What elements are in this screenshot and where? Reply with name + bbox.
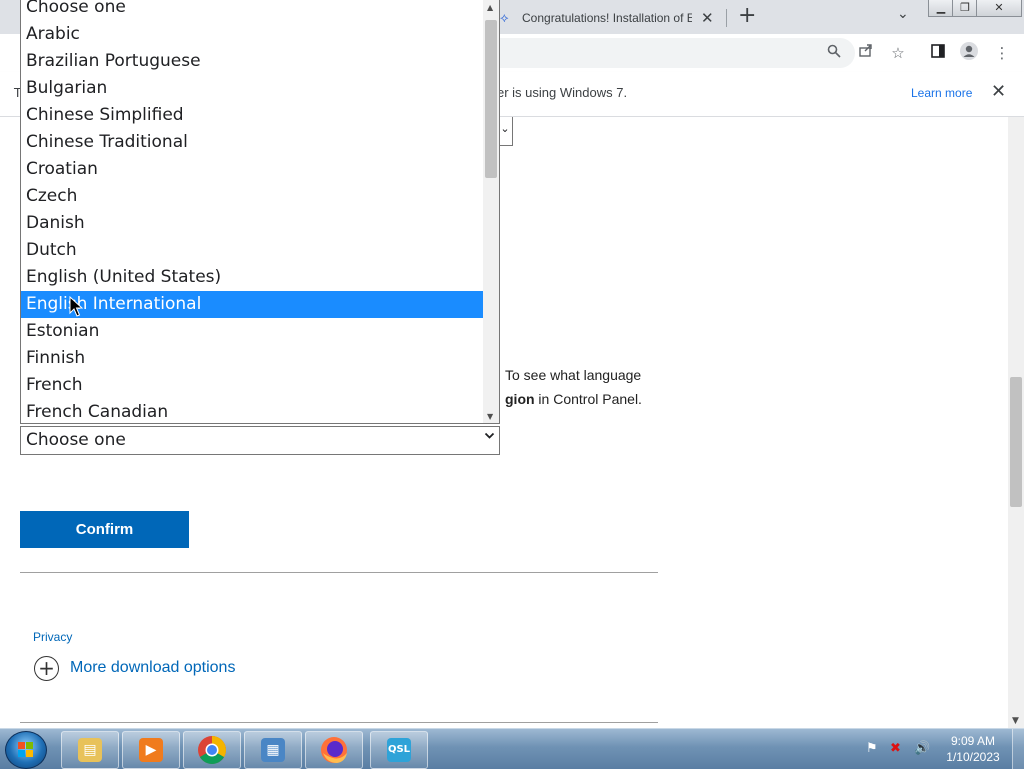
qsl-app-icon: QSL — [387, 738, 411, 762]
language-dropdown-list[interactable]: Choose one Arabic Brazilian Portuguese Bulg… — [20, 0, 500, 424]
dropdown-option[interactable]: English (United States) — [21, 264, 483, 291]
search-zoom-icon[interactable] — [822, 41, 846, 65]
language-select[interactable]: Choose one — [20, 426, 500, 455]
bookmark-star-icon[interactable]: ☆ — [886, 41, 910, 65]
language-instructions: To see what language gion in Control Pan… — [505, 363, 642, 411]
clock-time: 9:09 AM — [950, 734, 996, 748]
divider — [20, 572, 658, 573]
dropdown-option[interactable]: Danish — [21, 210, 483, 237]
dropdown-option[interactable]: English International — [21, 291, 483, 318]
new-tab-button[interactable]: + — [738, 4, 756, 28]
taskbar-control-panel[interactable]: ▦ — [244, 731, 302, 769]
site-favicon-icon: ⟡ — [500, 11, 509, 26]
dropdown-option[interactable]: Chinese Traditional — [21, 129, 483, 156]
dropdown-option[interactable]: Brazilian Portuguese — [21, 48, 483, 75]
dropdown-option[interactable]: Finnish — [21, 345, 483, 372]
volume-icon[interactable]: 🔊 — [914, 741, 930, 756]
maximize-button[interactable]: ❐ — [952, 0, 978, 17]
tab-separator — [726, 9, 727, 27]
firefox-icon — [321, 737, 347, 763]
divider — [20, 722, 658, 723]
taskbar-media-player[interactable]: ▶ — [122, 731, 180, 769]
clock-date: 1/10/2023 — [946, 750, 1000, 764]
menu-kebab-icon[interactable]: ⋮ — [990, 41, 1014, 65]
privacy-link[interactable]: Privacy — [33, 630, 72, 644]
scroll-down-arrow-icon[interactable]: ▼ — [487, 412, 493, 421]
scroll-down-arrow-icon[interactable]: ▼ — [1012, 716, 1019, 726]
address-bar[interactable] — [490, 38, 855, 68]
minimize-button[interactable]: ▁ — [928, 0, 954, 17]
tab-search-chevron-icon[interactable]: ⌄ — [897, 6, 909, 22]
language-select-value: Choose one — [26, 430, 126, 450]
windows-logo-icon — [18, 742, 34, 758]
tab-title: Congratulations! Installation of E — [522, 11, 692, 25]
network-error-icon[interactable]: ✖ — [890, 741, 901, 756]
close-window-button[interactable]: ✕ — [976, 0, 1022, 17]
dropdown-option[interactable]: Dutch — [21, 237, 483, 264]
mouse-cursor-icon — [69, 296, 83, 317]
control-panel-icon: ▦ — [261, 738, 285, 762]
share-icon[interactable] — [854, 41, 878, 65]
dropdown-option[interactable]: French — [21, 372, 483, 399]
start-button[interactable] — [5, 731, 47, 769]
dropdown-options: Choose one Arabic Brazilian Portuguese Bulg… — [21, 0, 483, 423]
page-scrollbar[interactable]: ▼ — [1008, 117, 1024, 728]
system-clock[interactable]: 9:09 AM 1/10/2023 — [940, 733, 1006, 765]
instruction-line-1: To see what language — [505, 367, 642, 383]
action-center-flag-icon[interactable]: ⚑ — [866, 741, 878, 756]
taskbar-firefox[interactable] — [305, 731, 363, 769]
dropdown-scrollbar[interactable]: ▲ ▼ — [483, 0, 499, 423]
taskbar-qsl-app[interactable]: QSL — [370, 731, 428, 769]
background-select-chevron-icon[interactable]: ⌄ — [498, 117, 513, 146]
dropdown-option[interactable]: Chinese Simplified — [21, 102, 483, 129]
instruction-line-2: gion in Control Panel. — [505, 391, 642, 407]
windows-taskbar: ▤ ▶ ▦ QSL ⚑ ✖ 🔊 9:09 AM 1/10/2023 — [0, 728, 1024, 769]
profile-avatar-icon[interactable] — [957, 41, 981, 65]
taskbar-file-explorer[interactable]: ▤ — [61, 731, 119, 769]
dropdown-option[interactable]: Estonian — [21, 318, 483, 345]
dropdown-option[interactable]: Czech — [21, 183, 483, 210]
side-panel-icon[interactable] — [926, 41, 950, 65]
chrome-icon — [198, 736, 226, 764]
confirm-button[interactable]: Confirm — [20, 511, 189, 548]
dropdown-option[interactable]: Croatian — [21, 156, 483, 183]
file-explorer-icon: ▤ — [78, 738, 102, 762]
dropdown-scrollbar-thumb[interactable] — [485, 20, 497, 178]
scroll-up-arrow-icon[interactable]: ▲ — [487, 3, 493, 12]
taskbar-chrome[interactable] — [183, 731, 241, 769]
tab-close-icon[interactable]: ✕ — [701, 9, 714, 27]
dropdown-option[interactable]: Bulgarian — [21, 75, 483, 102]
browser-tab[interactable]: ⟡ Congratulations! Installation of E ✕ — [490, 4, 725, 34]
dropdown-option[interactable]: Arabic — [21, 21, 483, 48]
chevron-down-icon — [484, 430, 495, 444]
media-player-icon: ▶ — [139, 738, 163, 762]
dropdown-option[interactable]: French Canadian — [21, 399, 483, 423]
info-bar-close-icon[interactable]: ✕ — [991, 81, 1006, 102]
plus-circle-icon: + — [34, 656, 59, 681]
page-scrollbar-thumb[interactable] — [1010, 377, 1022, 507]
dropdown-option[interactable]: Choose one — [21, 0, 483, 21]
more-download-options-label: More download options — [70, 659, 236, 676]
show-desktop-button[interactable] — [1012, 729, 1024, 769]
info-bar-message: er is using Windows 7. — [497, 85, 628, 100]
learn-more-link[interactable]: Learn more — [911, 86, 972, 100]
